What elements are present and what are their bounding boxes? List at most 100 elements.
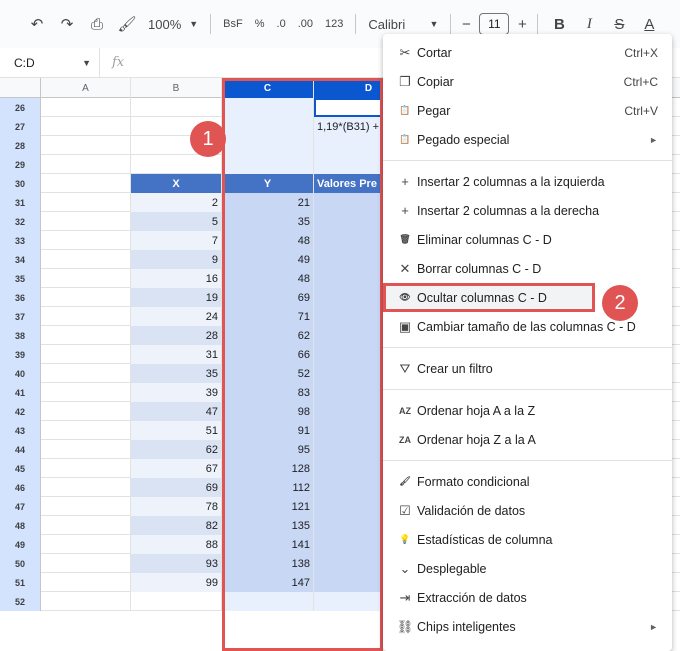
cell-c[interactable]: 52	[222, 364, 314, 383]
cell-a[interactable]	[41, 592, 131, 611]
cell-b[interactable]: 82	[131, 516, 222, 535]
cell-a[interactable]	[41, 554, 131, 573]
cell-c[interactable]: 141	[222, 535, 314, 554]
cell-b[interactable]: 47	[131, 402, 222, 421]
percent-button[interactable]: %	[249, 10, 271, 38]
cell-c[interactable]: 91	[222, 421, 314, 440]
menu-item[interactable]: ⛓ Chips inteligentes ►	[383, 612, 672, 641]
undo-icon[interactable]: ↶	[22, 10, 52, 38]
menu-item[interactable]: ⇥ Extracción de datos	[383, 583, 672, 612]
menu-item[interactable]: ZA Ordenar hoja Z a la A	[383, 425, 672, 454]
row-header[interactable]: 49	[0, 535, 41, 554]
row-header[interactable]: 32	[0, 212, 41, 231]
cell-b[interactable]	[131, 155, 222, 174]
cell-c[interactable]: 121	[222, 497, 314, 516]
cell-a[interactable]	[41, 174, 131, 193]
cell-a[interactable]	[41, 402, 131, 421]
menu-item[interactable]: ☑ Validación de datos	[383, 496, 672, 525]
currency-button[interactable]: BsF	[217, 10, 249, 38]
menu-item[interactable]: + Insertar 2 columnas a la derecha	[383, 196, 672, 225]
cell-a[interactable]	[41, 421, 131, 440]
row-header[interactable]: 37	[0, 307, 41, 326]
menu-item[interactable]: 👁 Ocultar columnas C - D	[383, 283, 595, 312]
menu-item[interactable]: + Insertar 2 columnas a la izquierda	[383, 167, 672, 196]
cell-a[interactable]	[41, 269, 131, 288]
cell-c[interactable]: 135	[222, 516, 314, 535]
cell-a[interactable]	[41, 478, 131, 497]
cell-c[interactable]: 128	[222, 459, 314, 478]
cell-b[interactable]: 7	[131, 231, 222, 250]
row-header[interactable]: 43	[0, 421, 41, 440]
row-header[interactable]: 48	[0, 516, 41, 535]
row-header[interactable]: 27	[0, 117, 41, 136]
redo-icon[interactable]: ↷	[52, 10, 82, 38]
row-header[interactable]: 34	[0, 250, 41, 269]
cell-c[interactable]	[222, 592, 314, 611]
cell-c[interactable]: 21	[222, 193, 314, 212]
cell-b[interactable]: 78	[131, 497, 222, 516]
zoom-select[interactable]: 100% ▼	[142, 10, 204, 38]
cell-c[interactable]: 138	[222, 554, 314, 573]
row-header[interactable]: 47	[0, 497, 41, 516]
cell-c[interactable]: 66	[222, 345, 314, 364]
cell-b[interactable]	[131, 98, 222, 117]
column-header-b[interactable]: B	[131, 78, 222, 98]
cell-c[interactable]: 95	[222, 440, 314, 459]
cell-a[interactable]	[41, 98, 131, 117]
cell-c[interactable]	[222, 117, 314, 136]
cell-a[interactable]	[41, 288, 131, 307]
cell-c[interactable]: 62	[222, 326, 314, 345]
cell-a[interactable]	[41, 326, 131, 345]
cell-c[interactable]: 83	[222, 383, 314, 402]
cell-b[interactable]: 99	[131, 573, 222, 592]
cell-a[interactable]	[41, 459, 131, 478]
increase-decimal-button[interactable]: .00	[292, 10, 319, 38]
cell-c[interactable]: 112	[222, 478, 314, 497]
row-header[interactable]: 30	[0, 174, 41, 193]
menu-item[interactable]: 📋 Pegado especial ►	[383, 125, 672, 154]
row-header[interactable]: 51	[0, 573, 41, 592]
row-header[interactable]: 36	[0, 288, 41, 307]
menu-item[interactable]: 🖌 Formato condicional	[383, 467, 672, 496]
cell-a[interactable]	[41, 155, 131, 174]
menu-item[interactable]: ✂ Cortar Ctrl+X	[383, 38, 672, 67]
print-icon[interactable]: ⎙	[82, 10, 112, 38]
row-header[interactable]: 44	[0, 440, 41, 459]
menu-item[interactable]: ⛛ Crear un filtro	[383, 354, 672, 383]
row-header[interactable]: 31	[0, 193, 41, 212]
cell-c[interactable]: 48	[222, 269, 314, 288]
cell-b[interactable]: 51	[131, 421, 222, 440]
cell-c[interactable]: 71	[222, 307, 314, 326]
row-header[interactable]: 50	[0, 554, 41, 573]
cell-a[interactable]	[41, 497, 131, 516]
cell-a[interactable]	[41, 364, 131, 383]
row-header[interactable]: 46	[0, 478, 41, 497]
menu-item[interactable]: ❐ Copiar Ctrl+C	[383, 67, 672, 96]
cell-c[interactable]: 69	[222, 288, 314, 307]
row-header[interactable]: 41	[0, 383, 41, 402]
row-header[interactable]: 45	[0, 459, 41, 478]
more-formats-button[interactable]: 123	[319, 10, 349, 38]
font-size-input[interactable]: 11	[479, 13, 510, 35]
row-header[interactable]: 33	[0, 231, 41, 250]
select-all-corner[interactable]	[0, 78, 41, 98]
menu-item[interactable]: 📋 Pegar Ctrl+V	[383, 96, 672, 125]
cell-c[interactable]	[222, 98, 314, 117]
menu-item[interactable]: ✕ Borrar columnas C - D	[383, 254, 672, 283]
cell-a[interactable]	[41, 231, 131, 250]
cell-b[interactable]: 31	[131, 345, 222, 364]
cell-a[interactable]	[41, 573, 131, 592]
row-header[interactable]: 39	[0, 345, 41, 364]
cell-b[interactable]: 16	[131, 269, 222, 288]
cell-a[interactable]	[41, 117, 131, 136]
name-box[interactable]: C:D ▼	[0, 47, 100, 78]
cell-a[interactable]	[41, 345, 131, 364]
cell-a[interactable]	[41, 136, 131, 155]
cell-a[interactable]	[41, 383, 131, 402]
cell-b[interactable]: 2	[131, 193, 222, 212]
cell-c[interactable]	[222, 136, 314, 155]
row-header[interactable]: 29	[0, 155, 41, 174]
cell-a[interactable]	[41, 250, 131, 269]
cell-b[interactable]: 93	[131, 554, 222, 573]
cell-b[interactable]: 88	[131, 535, 222, 554]
